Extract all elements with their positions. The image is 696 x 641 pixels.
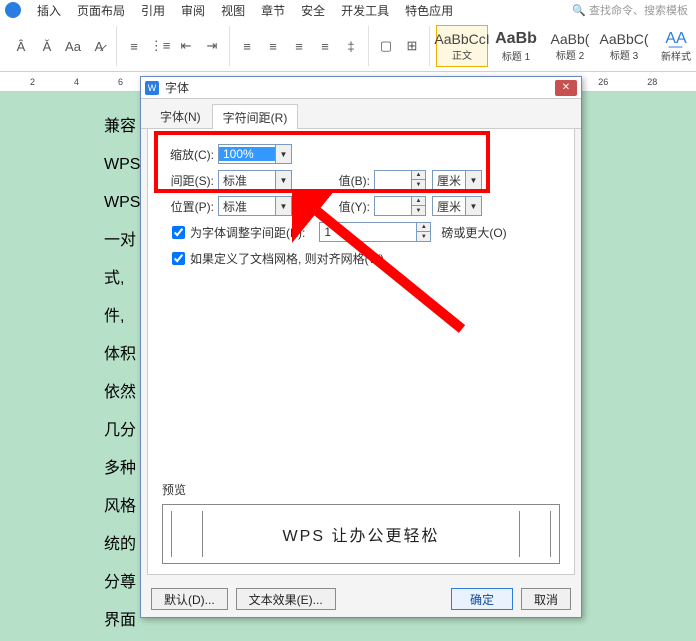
new-style-button[interactable]: A͟A 新样式 [656, 25, 696, 67]
dialog-body: 缩放(C): 100%▼ 间距(S): 标准▼ 值(B): ▲▼ 厘米▼ 位置(… [147, 129, 575, 575]
dialog-titlebar[interactable]: W 字体 ✕ [141, 77, 581, 99]
search-box[interactable]: 🔍 查找命令、搜索模板 [572, 2, 688, 18]
position-label: 位置(P): [162, 198, 214, 215]
tab-spacing[interactable]: 字符间距(R) [212, 104, 299, 129]
kerning-checkbox[interactable] [172, 226, 185, 239]
outdent-icon[interactable]: ⇤ [175, 35, 197, 57]
app-icon [5, 2, 21, 18]
style-h1[interactable]: AaBb标题 1 [490, 25, 542, 67]
menu-devtools[interactable]: 开发工具 [341, 2, 389, 19]
change-case-icon[interactable]: Aa [62, 35, 84, 57]
cancel-button[interactable]: 取消 [521, 588, 571, 610]
menu-special[interactable]: 特色应用 [405, 2, 453, 19]
position-combo[interactable]: 标准▼ [218, 196, 292, 216]
position-val-label: 值(Y): [332, 198, 370, 215]
new-style-icon: A͟A [665, 30, 686, 48]
align-left-icon[interactable]: ≡ [236, 35, 258, 57]
position-unit-combo[interactable]: 厘米▼ [432, 196, 482, 216]
spacing-label: 间距(S): [162, 172, 214, 189]
menu-layout[interactable]: 页面布局 [77, 2, 125, 19]
spacing-val-label: 值(B): [332, 172, 370, 189]
dialog-footer: 默认(D)... 文本效果(E)... 确定 取消 [141, 581, 581, 617]
menu-references[interactable]: 引用 [141, 2, 165, 19]
chevron-down-icon: ▼ [275, 171, 291, 189]
menu-security[interactable]: 安全 [301, 2, 325, 19]
kerning-value-spin[interactable]: 1▲▼ [319, 222, 431, 242]
style-h2[interactable]: AaBb(标题 2 [544, 25, 596, 67]
font-size-down-icon[interactable]: Ǎ [36, 35, 58, 57]
bullets-icon[interactable]: ≡ [123, 35, 145, 57]
spacing-value-spin[interactable]: ▲▼ [374, 170, 426, 190]
chevron-down-icon: ▼ [275, 197, 291, 215]
scale-label: 缩放(C): [162, 146, 214, 163]
preview-box: WPS 让办公更轻松 [162, 504, 560, 564]
ok-button[interactable]: 确定 [451, 588, 513, 610]
chevron-down-icon: ▼ [275, 145, 291, 163]
clear-format-icon[interactable]: A̷ [88, 35, 110, 57]
line-spacing-icon[interactable]: ‡ [340, 35, 362, 57]
font-size-up-icon[interactable]: Â [10, 35, 32, 57]
font-dialog: W 字体 ✕ 字体(N) 字符间距(R) 缩放(C): 100%▼ 间距(S):… [140, 76, 582, 618]
close-button[interactable]: ✕ [555, 80, 577, 96]
menu-view[interactable]: 视图 [221, 2, 245, 19]
chevron-down-icon: ▼ [465, 171, 481, 189]
ribbon-row: Â Ǎ Aa A̷ ≡ ⋮≡ ⇤ ⇥ ≡ ≡ ≡ ≡ ‡ ▢ ⊞ AaBbCc… [0, 20, 696, 72]
menu-review[interactable]: 审阅 [181, 2, 205, 19]
document-text[interactable]: 兼容WPSWPS一对式, 件,体积依然几分多种风格统的分尊界面 [104, 108, 140, 640]
spacing-unit-combo[interactable]: 厘米▼ [432, 170, 482, 190]
preview-text: WPS 让办公更轻松 [283, 522, 440, 546]
chevron-down-icon: ▼ [465, 197, 481, 215]
dialog-title: 字体 [165, 79, 189, 96]
ribbon: 插入 页面布局 引用 审阅 视图 章节 安全 开发工具 特色应用 🔍 查找命令、… [0, 0, 696, 72]
grid-checkbox[interactable] [172, 252, 185, 265]
tab-font[interactable]: 字体(N) [149, 103, 212, 128]
dialog-tabs: 字体(N) 字符间距(R) [141, 103, 581, 129]
indent-icon[interactable]: ⇥ [201, 35, 223, 57]
position-value-spin[interactable]: ▲▼ [374, 196, 426, 216]
kerning-unit-label: 磅或更大(O) [441, 224, 506, 241]
style-h3[interactable]: AaBbC(标题 3 [598, 25, 650, 67]
preview-label: 预览 [162, 481, 560, 498]
menu-sections[interactable]: 章节 [261, 2, 285, 19]
default-button[interactable]: 默认(D)... [151, 588, 228, 610]
menu-insert[interactable]: 插入 [37, 2, 61, 19]
text-effects-button[interactable]: 文本效果(E)... [236, 588, 336, 610]
align-right-icon[interactable]: ≡ [288, 35, 310, 57]
numbering-icon[interactable]: ⋮≡ [149, 35, 171, 57]
shading-icon[interactable]: ▢ [375, 35, 397, 57]
spacing-combo[interactable]: 标准▼ [218, 170, 292, 190]
style-normal[interactable]: AaBbCcI正文 [436, 25, 488, 67]
align-center-icon[interactable]: ≡ [262, 35, 284, 57]
kerning-label: 为字体调整字间距(K): [190, 224, 305, 241]
borders-icon[interactable]: ⊞ [401, 35, 423, 57]
grid-label: 如果定义了文档网格, 则对齐网格(W) [190, 250, 384, 267]
align-justify-icon[interactable]: ≡ [314, 35, 336, 57]
scale-combo[interactable]: 100%▼ [218, 144, 292, 164]
wps-icon: W [145, 81, 159, 95]
style-gallery: AaBbCcI正文 AaBb标题 1 AaBb(标题 2 AaBbC(标题 3 [436, 25, 650, 67]
